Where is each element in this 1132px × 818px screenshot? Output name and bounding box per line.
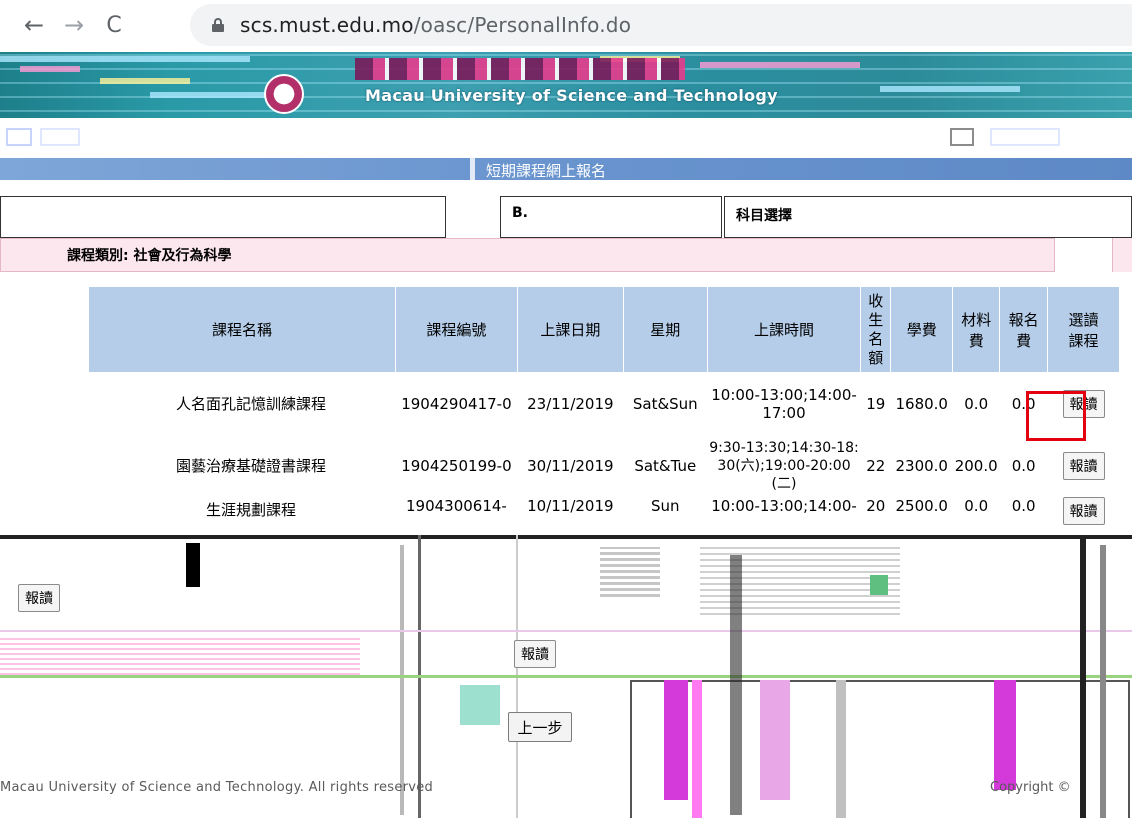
form-panel-left [0, 196, 446, 238]
category-label: 課程類別: 社會及行為科學 [67, 248, 232, 264]
previous-step-button[interactable]: 上一步 [508, 712, 572, 742]
enroll-button-middle-fragment[interactable]: 報讀 [514, 640, 556, 668]
course-select-cell: 報讀 [1047, 434, 1120, 497]
table-row: 生涯規劃課程 1904300614- 10/11/2019 Sun 10:00-… [88, 496, 1120, 537]
forward-arrow-icon[interactable]: → [54, 5, 94, 45]
footer-rights: Macau University of Science and Technolo… [0, 780, 434, 795]
subject-choice-label: 科目選擇 [736, 208, 792, 224]
header-course-name: 課程名稱 [88, 286, 396, 373]
header-date: 上課日期 [516, 286, 624, 373]
course-registration-fee: 0.0 [999, 496, 1048, 537]
enroll-button-left-fragment[interactable]: 報讀 [18, 584, 60, 612]
course-tuition: 2500.0 [890, 496, 953, 537]
category-bar-edge [1112, 238, 1132, 272]
course-time: 10:00-13:00;14:00- [707, 496, 861, 537]
course-name: 園藝治療基礎證書課程 [88, 434, 396, 497]
header-material-fee: 材料 費 [952, 286, 1001, 373]
footer-copyright: Copyright © [990, 780, 1071, 795]
header-time: 上課時間 [706, 286, 862, 373]
course-time: 10:00-13:00;14:00-17:00 [707, 372, 861, 435]
url-text: scs.must.edu.mo/oasc/PersonalInfo.do [240, 13, 632, 37]
lock-icon [212, 18, 224, 32]
browser-toolbar: ← → C scs.must.edu.mo/oasc/PersonalInfo.… [0, 0, 1132, 50]
course-table: 課程名稱 課程編號 上課日期 星期 上課時間 收 生 名 額 學費 材料 費 報… [88, 286, 1120, 537]
table-row: 人名面孔記憶訓練課程 1904290417-0 23/11/2019 Sat&S… [88, 372, 1120, 435]
course-date: 23/11/2019 [517, 372, 624, 435]
reload-icon[interactable]: C [94, 5, 134, 45]
course-material-fee: 0.0 [952, 372, 1000, 435]
header-tuition: 學費 [890, 286, 954, 373]
university-english-name: Macau University of Science and Technolo… [365, 86, 778, 105]
header-registration-fee: 報名 費 [999, 286, 1049, 373]
course-registration-fee: 0.0 [999, 434, 1048, 497]
course-quota: 20 [860, 496, 891, 537]
header-quota: 收 生 名 額 [860, 286, 892, 373]
university-logo [264, 74, 304, 114]
enroll-button[interactable]: 報讀 [1062, 389, 1105, 418]
course-weekday: Sat&Tue [623, 434, 708, 497]
course-code: 1904300614- [395, 496, 518, 537]
enroll-button[interactable]: 報讀 [1062, 451, 1105, 480]
back-arrow-icon[interactable]: ← [14, 5, 54, 45]
course-quota: 19 [860, 372, 891, 435]
category-bar: 課程類別: 社會及行為科學 [0, 238, 1055, 272]
header-weekday: 星期 [622, 286, 708, 373]
nav-row [0, 118, 1132, 156]
form-panel-b [500, 196, 722, 238]
course-name: 生涯規劃課程 [88, 496, 396, 537]
enroll-button[interactable]: 報讀 [1062, 496, 1105, 525]
rendering-glitch-area [0, 535, 1132, 818]
page-title-bar: 短期課程網上報名 [0, 158, 1132, 180]
header-select: 選讀 課程 [1047, 286, 1120, 373]
course-code: 1904250199-0 [395, 434, 518, 497]
course-date: 30/11/2019 [517, 434, 624, 497]
course-weekday: Sun [623, 496, 708, 537]
header-course-code: 課程編號 [394, 286, 518, 373]
course-code: 1904290417-0 [395, 372, 518, 435]
course-select-cell: 報讀 [1047, 496, 1120, 537]
course-quota: 22 [860, 434, 891, 497]
course-select-cell: 報讀 [1047, 372, 1120, 435]
section-b-label: B. [512, 205, 528, 221]
course-registration-fee: 0.0 [999, 372, 1048, 435]
course-date: 10/11/2019 [517, 496, 624, 537]
course-tuition: 2300.0 [890, 434, 953, 497]
course-material-fee: 0.0 [952, 496, 1000, 537]
course-time: 9:30-13:30;14:30-18:30(六);19:00-20:00(二) [707, 434, 861, 497]
table-header-row: 課程名稱 課程編號 上課日期 星期 上課時間 收 生 名 額 學費 材料 費 報… [88, 286, 1120, 373]
table-row: 園藝治療基礎證書課程 1904250199-0 30/11/2019 Sat&T… [88, 434, 1120, 497]
page-title: 短期課程網上報名 [486, 162, 607, 180]
course-material-fee: 200.0 [952, 434, 1000, 497]
address-bar[interactable]: scs.must.edu.mo/oasc/PersonalInfo.do [190, 4, 1132, 46]
course-name: 人名面孔記憶訓練課程 [88, 372, 396, 435]
course-tuition: 1680.0 [890, 372, 953, 435]
university-chinese-name-graphic [355, 58, 685, 80]
course-weekday: Sat&Sun [623, 372, 708, 435]
